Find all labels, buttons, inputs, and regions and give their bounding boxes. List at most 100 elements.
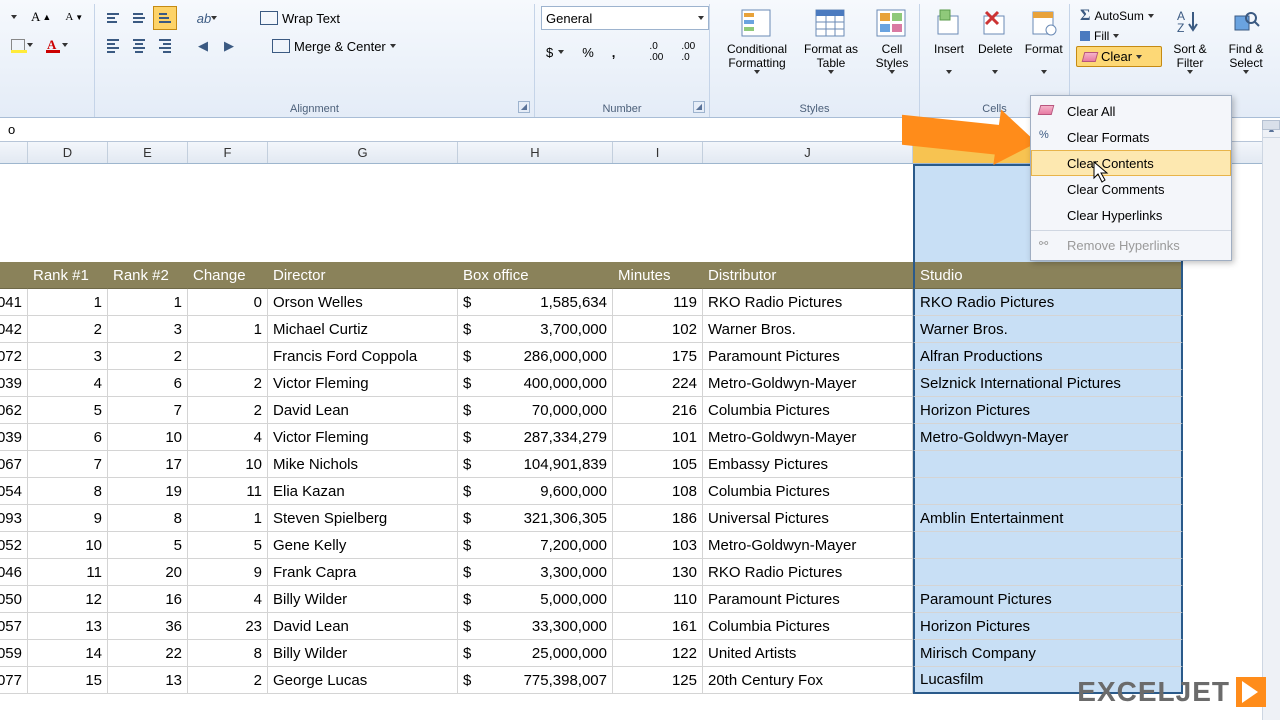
cell[interactable]: 119 [613, 289, 703, 316]
cell[interactable] [913, 532, 1183, 559]
cell-styles-button[interactable]: Cell Styles [864, 6, 920, 76]
column-header-D[interactable]: D [28, 142, 108, 163]
cell[interactable]: Gene Kelly [268, 532, 458, 559]
cell[interactable]: 039 [0, 424, 28, 451]
cell[interactable]: 6 [28, 424, 108, 451]
cell[interactable]: David Lean [268, 397, 458, 424]
align-top-button[interactable] [101, 6, 125, 30]
cell[interactable]: 13 [28, 613, 108, 640]
cell[interactable]: Warner Bros. [913, 316, 1183, 343]
align-bottom-button[interactable] [153, 6, 177, 30]
header-cell[interactable]: Box office [458, 262, 613, 289]
cell[interactable]: David Lean [268, 613, 458, 640]
cell[interactable]: $775,398,007 [458, 667, 613, 694]
cell[interactable]: $7,200,000 [458, 532, 613, 559]
cell[interactable]: $3,300,000 [458, 559, 613, 586]
cell[interactable]: 17 [108, 451, 188, 478]
cell[interactable]: 103 [613, 532, 703, 559]
cell[interactable]: 054 [0, 478, 28, 505]
cell[interactable]: 108 [613, 478, 703, 505]
clear-contents-item[interactable]: Clear Contents [1031, 150, 1231, 176]
cell[interactable]: 062 [0, 397, 28, 424]
cell[interactable]: Mike Nichols [268, 451, 458, 478]
delete-button[interactable]: Delete [972, 6, 1019, 76]
cell[interactable]: 101 [613, 424, 703, 451]
cell[interactable]: $33,300,000 [458, 613, 613, 640]
percent-format-button[interactable]: % [577, 42, 599, 63]
cell[interactable]: 23 [188, 613, 268, 640]
autosum-button[interactable]: ΣAutoSum [1076, 6, 1162, 26]
cell[interactable]: Orson Welles [268, 289, 458, 316]
cell[interactable]: 6 [108, 370, 188, 397]
cell[interactable]: 1 [28, 289, 108, 316]
clear-all-item[interactable]: Clear All [1031, 98, 1231, 124]
cell[interactable]: 122 [613, 640, 703, 667]
wrap-text-button[interactable]: Wrap Text [253, 8, 347, 29]
cell[interactable]: 105 [613, 451, 703, 478]
cell[interactable]: 13 [108, 667, 188, 694]
cell[interactable]: 8 [28, 478, 108, 505]
cell[interactable]: 050 [0, 586, 28, 613]
cell[interactable]: 9 [188, 559, 268, 586]
cell[interactable]: 102 [613, 316, 703, 343]
number-format-combo[interactable]: General [541, 6, 709, 30]
cell[interactable]: 16 [108, 586, 188, 613]
format-as-table-button[interactable]: Format as Table [798, 6, 864, 76]
cell[interactable]: 4 [188, 586, 268, 613]
cell[interactable]: $400,000,000 [458, 370, 613, 397]
header-cell[interactable]: Rank #2 [108, 262, 188, 289]
cell[interactable]: Billy Wilder [268, 586, 458, 613]
cell[interactable]: Elia Kazan [268, 478, 458, 505]
cell[interactable]: RKO Radio Pictures [703, 289, 913, 316]
cell[interactable]: 19 [108, 478, 188, 505]
grow-font-button[interactable]: A▲ [26, 6, 56, 28]
cell[interactable]: 10 [188, 451, 268, 478]
cell[interactable]: 3 [108, 316, 188, 343]
font-color-button[interactable]: A [42, 34, 73, 56]
cell[interactable]: Metro-Goldwyn-Mayer [703, 532, 913, 559]
cell[interactable]: 2 [28, 316, 108, 343]
cell[interactable]: Frank Capra [268, 559, 458, 586]
cell[interactable]: Warner Bros. [703, 316, 913, 343]
cell[interactable]: $3,700,000 [458, 316, 613, 343]
cell[interactable]: 067 [0, 451, 28, 478]
shrink-font-button[interactable]: A▼ [60, 8, 88, 26]
cell[interactable]: $70,000,000 [458, 397, 613, 424]
cell[interactable]: RKO Radio Pictures [703, 559, 913, 586]
cell[interactable]: Horizon Pictures [913, 613, 1183, 640]
cell[interactable]: 041 [0, 289, 28, 316]
cell[interactable]: Victor Fleming [268, 370, 458, 397]
cell[interactable]: $104,901,839 [458, 451, 613, 478]
column-header-I[interactable]: I [613, 142, 703, 163]
merge-center-button[interactable]: Merge & Center [265, 36, 403, 57]
header-cell[interactable]: Rank #1 [28, 262, 108, 289]
cell[interactable]: 2 [108, 343, 188, 370]
cell[interactable]: 1 [188, 316, 268, 343]
cell[interactable]: 110 [613, 586, 703, 613]
cell[interactable]: $321,306,305 [458, 505, 613, 532]
cell[interactable] [913, 478, 1183, 505]
header-cell[interactable]: Studio [913, 262, 1183, 289]
cell[interactable]: 052 [0, 532, 28, 559]
cell[interactable]: 1 [188, 505, 268, 532]
align-left-button[interactable] [101, 34, 125, 58]
cell[interactable]: 7 [108, 397, 188, 424]
cell[interactable]: Victor Fleming [268, 424, 458, 451]
format-button[interactable]: Format [1019, 6, 1069, 76]
cell[interactable]: $286,000,000 [458, 343, 613, 370]
cell[interactable]: 093 [0, 505, 28, 532]
cell[interactable]: 11 [28, 559, 108, 586]
cell[interactable]: Mirisch Company [913, 640, 1183, 667]
align-middle-button[interactable] [127, 6, 151, 30]
cell[interactable]: 9 [28, 505, 108, 532]
cell[interactable]: Embassy Pictures [703, 451, 913, 478]
cell[interactable]: 1 [108, 289, 188, 316]
cell[interactable]: 186 [613, 505, 703, 532]
column-header-F[interactable]: F [188, 142, 268, 163]
decrease-decimal-button[interactable]: .00.0 [676, 38, 700, 66]
cell[interactable]: $9,600,000 [458, 478, 613, 505]
cell[interactable]: 36 [108, 613, 188, 640]
increase-decimal-button[interactable]: .0.00 [644, 38, 668, 66]
cell[interactable]: 4 [28, 370, 108, 397]
cell[interactable]: 10 [28, 532, 108, 559]
